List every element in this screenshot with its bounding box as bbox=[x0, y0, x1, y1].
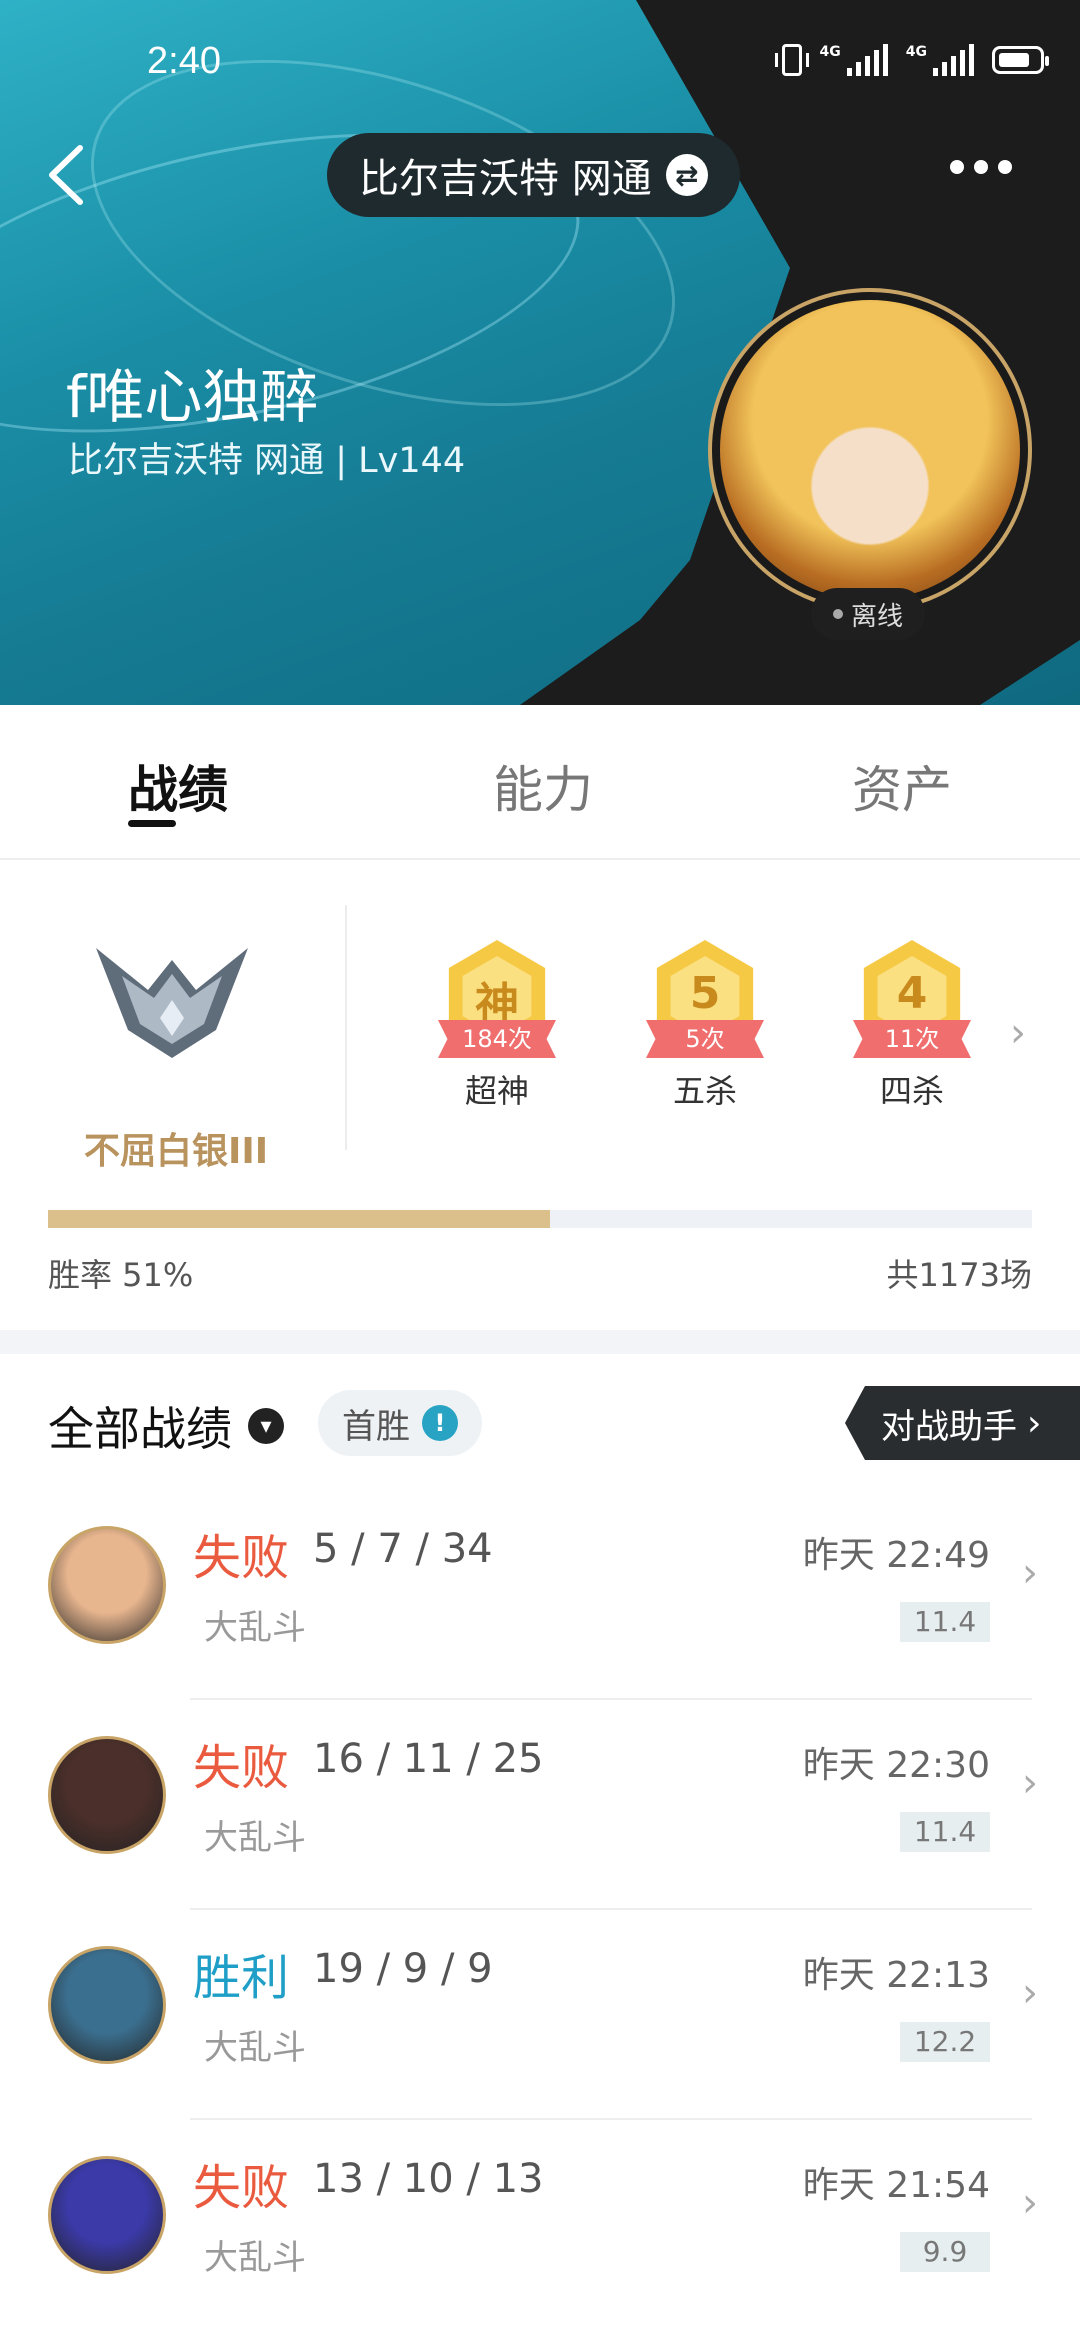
online-status-text: 离线 bbox=[851, 601, 904, 632]
server-name: 比尔吉沃特 网通 bbox=[359, 156, 652, 202]
all-records-label: 全部战绩 bbox=[48, 1402, 232, 1456]
battle-assistant-label: 对战助手 bbox=[881, 1406, 1017, 1447]
winrate-text: 胜率 51% bbox=[48, 1256, 194, 1294]
match-mode: 大乱斗 bbox=[204, 2028, 306, 2068]
achievement-count: 11次 bbox=[853, 1020, 971, 1058]
swap-icon: ⇄ bbox=[665, 154, 708, 196]
chevron-right-icon: › bbox=[1022, 1760, 1038, 1806]
winrate-progress-fill bbox=[48, 1210, 550, 1228]
rank-emblem-icon[interactable] bbox=[96, 940, 248, 1060]
back-arrow-icon[interactable] bbox=[44, 140, 94, 210]
tab-assets[interactable]: 资产 bbox=[852, 750, 952, 822]
all-records-dropdown[interactable]: 全部战绩 ▾ bbox=[48, 1393, 284, 1459]
chevron-right-icon: › bbox=[1022, 2180, 1038, 2226]
first-win-label: 首胜 bbox=[342, 1406, 410, 1447]
match-row[interactable]: 失败 5 / 7 / 34 大乱斗 昨天 22:49 11.4 › bbox=[0, 1490, 1080, 1700]
network-type-label: 4G bbox=[819, 44, 841, 60]
match-kda: 13 / 10 / 13 bbox=[313, 2156, 544, 2202]
signal-icon: 4G bbox=[906, 44, 974, 76]
match-row[interactable]: 失败 16 / 11 / 25 大乱斗 昨天 22:30 11.4 › bbox=[0, 1700, 1080, 1910]
match-mode: 大乱斗 bbox=[204, 1818, 306, 1858]
status-icons: 4G 4G bbox=[774, 44, 1049, 76]
divider bbox=[345, 905, 347, 1150]
player-name: f唯心独醉 bbox=[66, 363, 319, 431]
achievement-count: 5次 bbox=[646, 1020, 764, 1058]
first-win-chip[interactable]: 首胜 ! bbox=[318, 1390, 482, 1456]
match-mode: 大乱斗 bbox=[204, 1608, 306, 1648]
vibrate-icon bbox=[774, 44, 809, 76]
tab-record[interactable]: 战绩 bbox=[128, 750, 228, 822]
profile-header: 2:40 4G 4G 比尔吉沃特 网通 ⇄ f唯心独醉 比尔吉沃特 网通 | L… bbox=[0, 0, 1080, 705]
achievement-label: 四杀 bbox=[879, 1072, 944, 1110]
section-divider bbox=[0, 1330, 1080, 1354]
battery-icon bbox=[992, 46, 1049, 74]
tab-ability[interactable]: 能力 bbox=[493, 750, 593, 822]
badge-glyph: 5 bbox=[689, 968, 721, 1019]
match-result: 失败 bbox=[193, 2160, 290, 2216]
hero-avatar bbox=[48, 2156, 166, 2274]
match-result: 胜利 bbox=[193, 1950, 290, 2006]
signal-icon: 4G bbox=[820, 44, 888, 76]
achievement-count: 184次 bbox=[438, 1020, 556, 1058]
match-row[interactable]: 胜利 19 / 9 / 9 大乱斗 昨天 22:13 12.2 › bbox=[0, 1910, 1080, 2120]
match-score: 12.2 bbox=[900, 2022, 990, 2062]
status-dot-icon bbox=[833, 609, 843, 619]
avatar-image bbox=[720, 300, 1020, 600]
match-result: 失败 bbox=[193, 1740, 290, 1796]
more-options-icon[interactable] bbox=[950, 160, 1012, 174]
chevron-down-icon: ▾ bbox=[248, 1408, 284, 1444]
chevron-right-icon: › bbox=[1027, 1402, 1042, 1444]
match-score: 11.4 bbox=[900, 1602, 990, 1642]
achievement-label: 五杀 bbox=[672, 1072, 737, 1110]
hero-avatar bbox=[48, 1946, 166, 2064]
badge-glyph: 4 bbox=[896, 968, 928, 1019]
match-score: 9.9 bbox=[900, 2232, 990, 2272]
rank-name: 不屈白银III bbox=[84, 1131, 269, 1172]
match-time: 昨天 22:49 bbox=[802, 1535, 990, 1576]
online-status-badge: 离线 bbox=[811, 588, 926, 640]
achievement-quadra-kill[interactable]: 4 11次 四杀 bbox=[827, 940, 997, 1112]
match-row[interactable]: 失败 13 / 10 / 13 大乱斗 昨天 21:54 9.9 › bbox=[0, 2120, 1080, 2330]
match-score: 11.4 bbox=[900, 1812, 990, 1852]
chevron-right-icon: › bbox=[1022, 1970, 1038, 2016]
battle-assistant-button[interactable]: 对战助手 › bbox=[845, 1386, 1080, 1460]
hero-avatar bbox=[48, 1526, 166, 1644]
status-time: 2:40 bbox=[147, 40, 221, 82]
match-time: 昨天 22:13 bbox=[802, 1955, 990, 1996]
chevron-right-icon: › bbox=[1022, 1550, 1038, 1596]
server-switch-button[interactable]: 比尔吉沃特 网通 ⇄ bbox=[327, 133, 740, 217]
match-kda: 5 / 7 / 34 bbox=[313, 1526, 493, 1572]
achievement-penta-kill[interactable]: 5 5次 五杀 bbox=[620, 940, 790, 1112]
player-server-level: 比尔吉沃特 网通 | Lv144 bbox=[68, 441, 466, 481]
network-type-label: 4G bbox=[905, 44, 927, 60]
match-time: 昨天 21:54 bbox=[802, 2165, 990, 2206]
achievement-label: 超神 bbox=[464, 1072, 529, 1110]
player-avatar[interactable] bbox=[708, 288, 1032, 612]
profile-tabs: 战绩 能力 资产 bbox=[0, 705, 1080, 860]
active-tab-indicator bbox=[128, 820, 176, 827]
info-icon: ! bbox=[422, 1405, 458, 1441]
match-time: 昨天 22:30 bbox=[802, 1745, 990, 1786]
match-mode: 大乱斗 bbox=[204, 2238, 306, 2278]
achievement-legendary[interactable]: 神 184次 超神 bbox=[412, 940, 582, 1112]
match-kda: 16 / 11 / 25 bbox=[313, 1736, 544, 1782]
chevron-right-icon[interactable]: › bbox=[1010, 1010, 1026, 1056]
winrate-progress-bar bbox=[48, 1210, 1032, 1228]
match-result: 失败 bbox=[193, 1530, 290, 1586]
match-kda: 19 / 9 / 9 bbox=[313, 1946, 493, 1992]
total-games: 共1173场 bbox=[886, 1256, 1032, 1294]
hero-avatar bbox=[48, 1736, 166, 1854]
